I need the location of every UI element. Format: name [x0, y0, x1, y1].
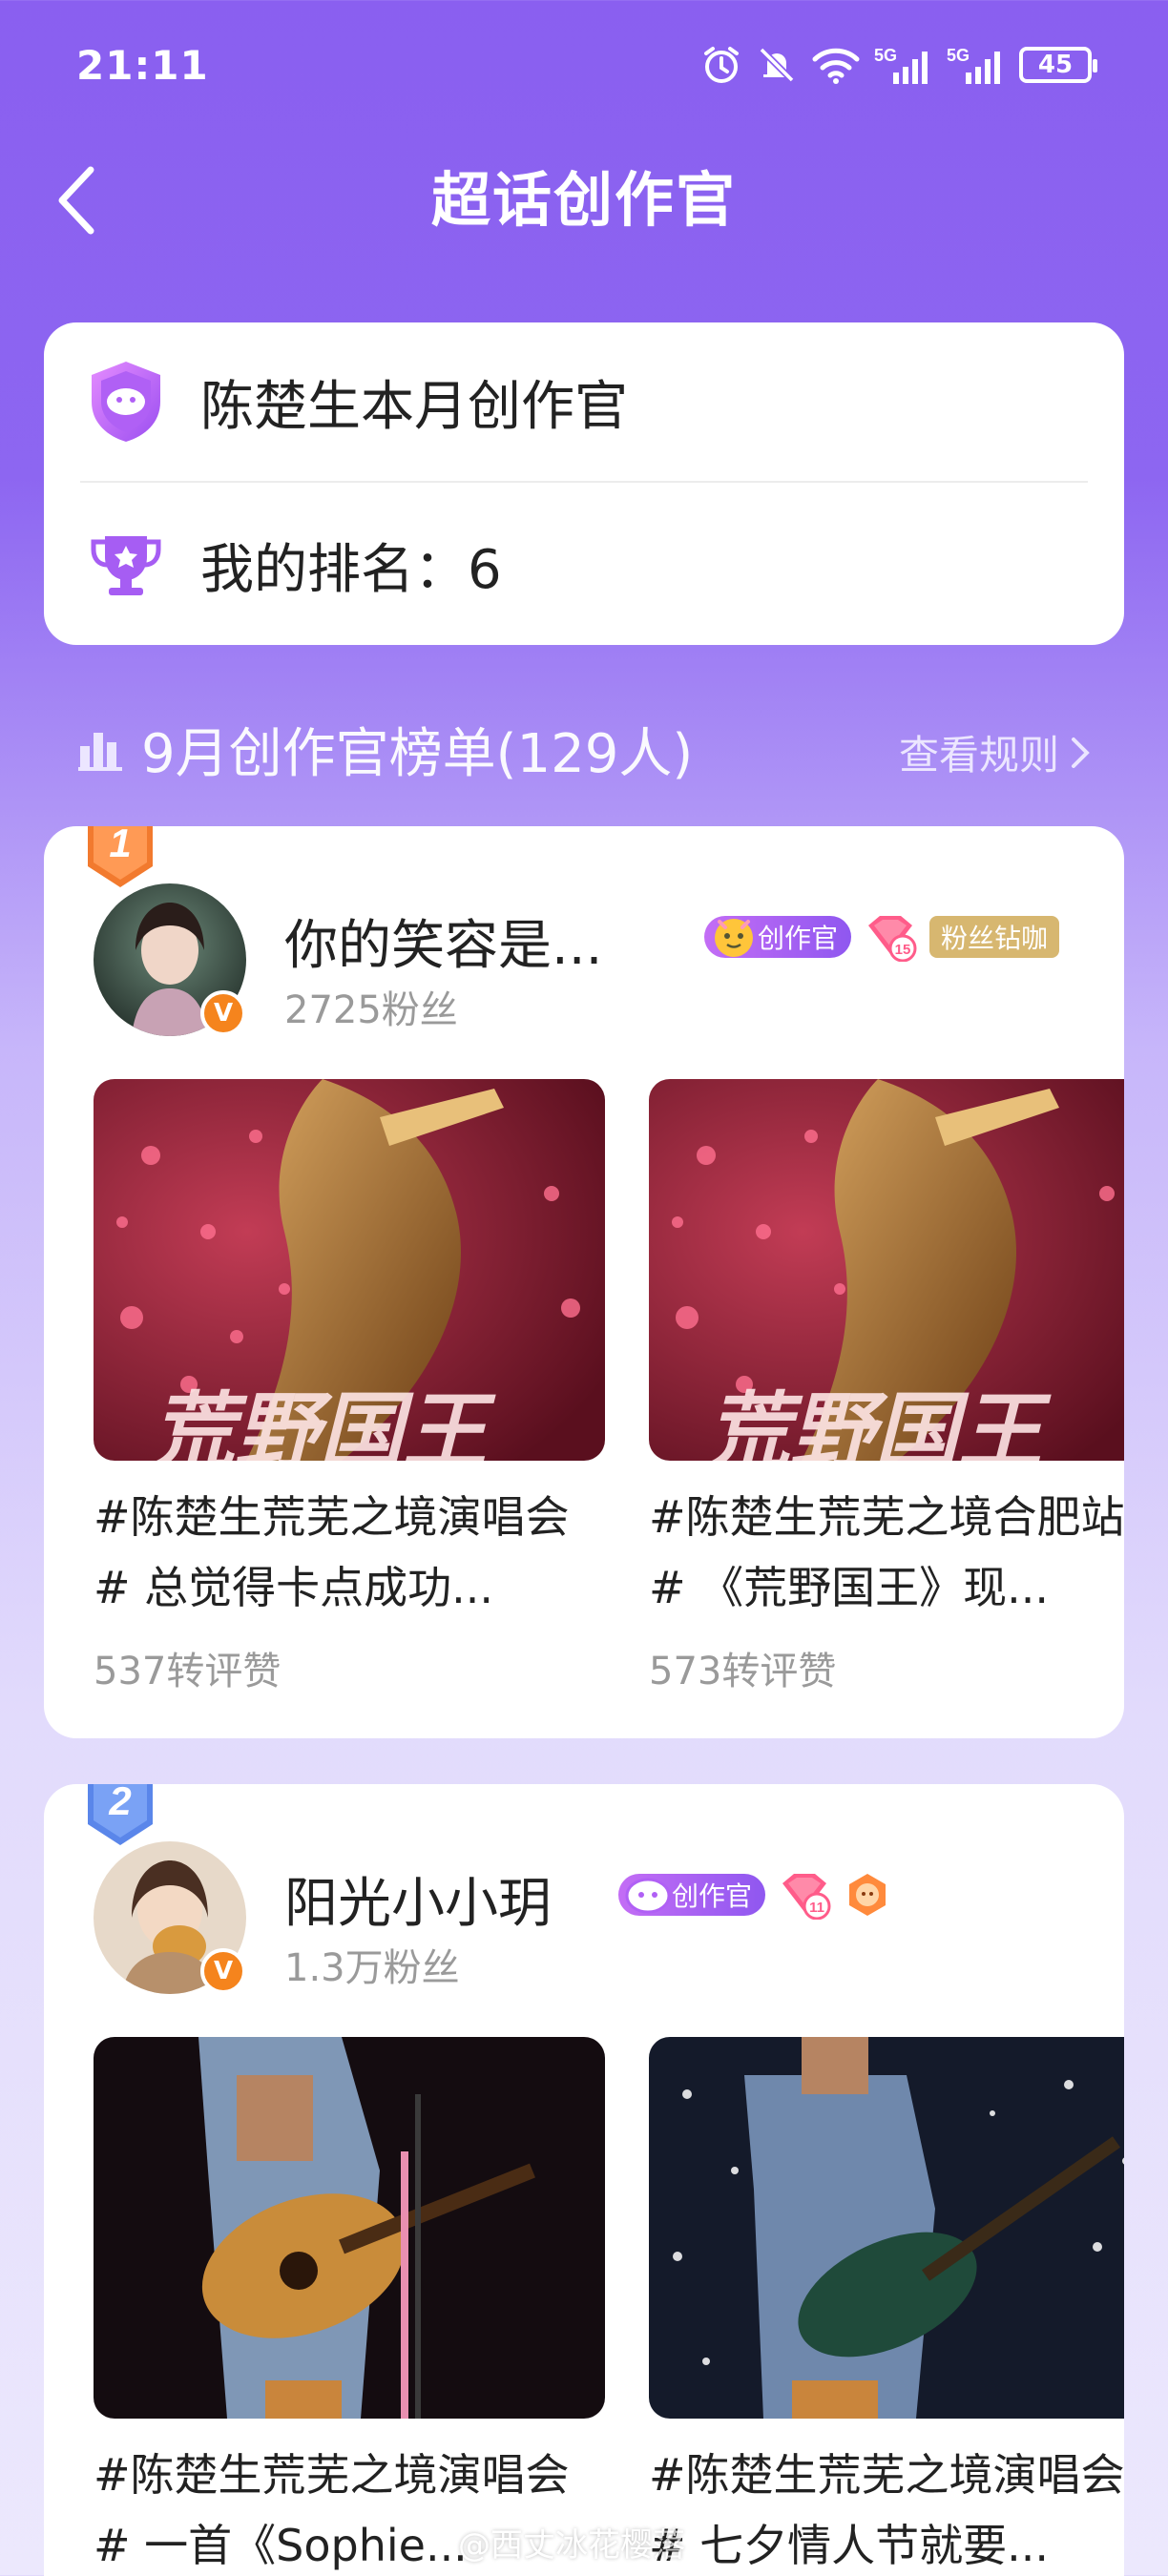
creator-badge[interactable]: 创作官	[704, 916, 852, 958]
status-time: 21:11	[76, 42, 209, 89]
user-fans-count: 2725粉丝	[284, 988, 458, 1032]
user-badges: 创作官 11	[618, 1870, 891, 1920]
thumbnail-caption: 荒野国王	[706, 1382, 1052, 1461]
post-card[interactable]: 荒野国王 #陈楚生荒芜之境演唱会# 总觉得卡点成功... 537转评赞	[94, 1079, 605, 1695]
leaderboard-entry-1[interactable]: 1 V 你的笑容是... 2725粉丝 创作官 15 粉丝钻咖 荒野国王 #陈楚…	[44, 826, 1124, 1738]
battery-indicator: 45	[1019, 47, 1097, 83]
leaderboard-header: 9月创作官榜单(129人) 查看规则	[76, 706, 1092, 792]
verified-badge: V	[200, 1948, 246, 1994]
bar-chart-icon	[78, 733, 122, 771]
leaderboard-entry-2[interactable]: 2 V 阳光小小玥 1.3万粉丝 创作官 11 #陈楚生荒芜之境演唱会# 一首《…	[44, 1784, 1124, 2576]
top-nav-bar: 超话创作官	[0, 143, 1168, 258]
page-title: 超话创作官	[430, 165, 737, 235]
mute-bell-icon	[759, 47, 795, 83]
user-badges: 创作官 15 粉丝钻咖	[704, 912, 1060, 962]
thumbnail-caption: 荒野国王	[151, 1382, 496, 1461]
creator-mascot-icon	[715, 919, 753, 957]
creator-shield-icon	[80, 356, 172, 447]
user-name[interactable]: 阳光小小玥	[284, 1860, 552, 1938]
rank-badge-2: 2	[88, 1784, 153, 1845]
creator-mascot-icon	[625, 1878, 671, 1914]
post-thumbnail[interactable]	[94, 2037, 605, 2419]
view-rules-label: 查看规则	[898, 732, 1059, 779]
verified-badge: V	[200, 990, 246, 1036]
rank-badge-1: 1	[88, 826, 153, 887]
view-rules-link[interactable]: 查看规则	[899, 723, 1092, 781]
signal-icon-2: 5G	[947, 46, 1000, 84]
chevron-right-icon	[1072, 737, 1090, 768]
status-icons: 5G 5G 45	[700, 42, 1097, 88]
user-info-row: V 阳光小小玥 1.3万粉丝 创作官 11	[94, 1841, 1086, 2004]
post-list: #陈楚生荒芜之境演唱会# 一首《Sophie... #陈楚生荒芜之境演唱会# 七…	[94, 2037, 1124, 2576]
post-card[interactable]: #陈楚生荒芜之境演唱会# 一首《Sophie...	[94, 2037, 605, 2576]
watermark: @西丈冰花樱落	[458, 2526, 685, 2565]
post-engagement: 573转评赞	[649, 1650, 837, 1693]
post-thumbnail[interactable]: 荒野国王	[649, 1079, 1124, 1461]
post-card[interactable]: #陈楚生荒芜之境演唱会# 七夕情人节就要...	[649, 2037, 1124, 2576]
fan-diamond-badge[interactable]: 粉丝钻咖	[929, 916, 1060, 958]
level-number: 11	[809, 1900, 824, 1916]
level-diamond-icon[interactable]: 15	[863, 912, 918, 962]
my-rank-label: 我的排名：6	[200, 538, 502, 601]
creator-badge-label: 创作官	[758, 923, 839, 954]
post-thumbnail[interactable]	[649, 2037, 1124, 2419]
level-diamond-icon[interactable]: 11	[777, 1870, 832, 1920]
signal-icon-1: 5G	[874, 46, 928, 84]
user-fans-count: 1.3万粉丝	[284, 1946, 460, 1990]
svg-text:5G: 5G	[947, 46, 970, 65]
rank-number: 1	[109, 826, 131, 865]
svg-text:5G: 5G	[874, 46, 897, 65]
user-name[interactable]: 你的笑容是...	[284, 903, 602, 980]
post-card[interactable]: 荒野国王 #陈楚生荒芜之境合肥站# 《荒野国王》现... 573转评赞	[649, 1079, 1124, 1695]
user-info-row: V 你的笑容是... 2725粉丝 创作官 15 粉丝钻咖	[94, 883, 1086, 1046]
post-text[interactable]: #陈楚生荒芜之境演唱会# 七夕情人节就要...	[649, 2440, 1124, 2576]
fan-medal-icon[interactable]	[844, 1871, 891, 1919]
creator-badge-label: 创作官	[672, 1880, 753, 1912]
post-thumbnail[interactable]: 荒野国王	[94, 1079, 605, 1461]
rank-number: 2	[108, 1784, 131, 1823]
creator-of-month-row[interactable]: 陈楚生本月创作官	[80, 322, 1088, 483]
creator-of-month-label: 陈楚生本月创作官	[200, 375, 628, 438]
post-engagement: 537转评赞	[94, 1650, 282, 1693]
post-text[interactable]: #陈楚生荒芜之境演唱会# 总觉得卡点成功...	[94, 1482, 605, 1623]
status-bar: 21:11 5G 5G 45	[0, 0, 1168, 134]
post-list: 荒野国王 #陈楚生荒芜之境演唱会# 总觉得卡点成功... 537转评赞 荒野国王…	[94, 1079, 1124, 1709]
my-rank-row: 我的排名：6	[80, 485, 1088, 645]
creator-badge[interactable]: 创作官	[618, 1874, 766, 1916]
trophy-icon	[80, 519, 172, 611]
level-number: 15	[895, 942, 911, 958]
summary-card: 陈楚生本月创作官 我的排名：6	[44, 322, 1124, 645]
wifi-icon	[812, 48, 860, 84]
alarm-icon	[704, 47, 739, 83]
leaderboard-title: 9月创作官榜单(129人)	[141, 722, 694, 785]
post-text[interactable]: #陈楚生荒芜之境合肥站# 《荒野国王》现...	[649, 1482, 1124, 1623]
